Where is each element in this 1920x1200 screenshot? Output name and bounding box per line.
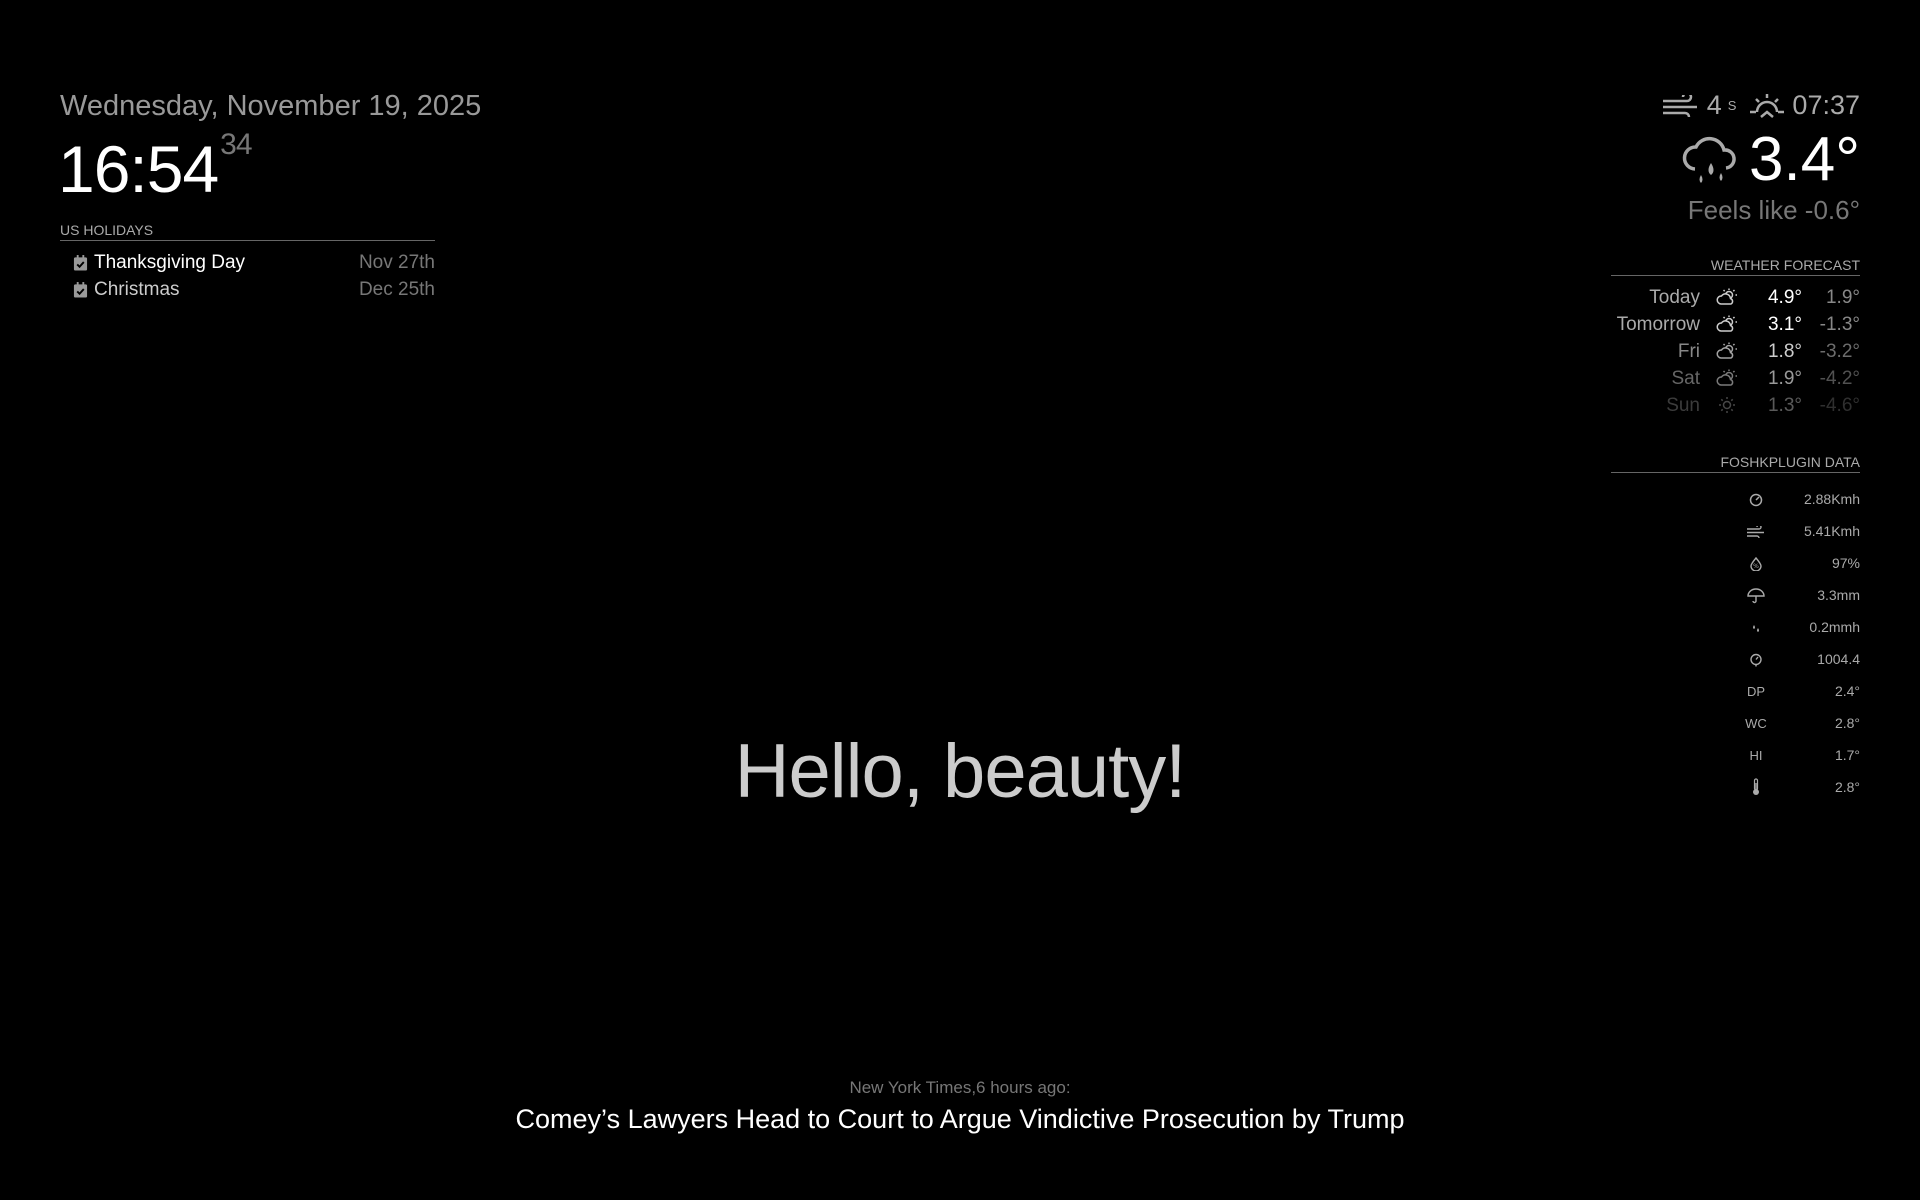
weather-wind-sunrise: 4 S 07:37 — [1661, 90, 1860, 121]
wind-speed: 4 — [1706, 90, 1722, 120]
gauge-icon — [1736, 491, 1776, 507]
foshk-row: 2.88Kmh — [1611, 483, 1860, 515]
sunrise-time: 07:37 — [1792, 90, 1860, 120]
forecast-row: Fri 1.8° -3.2° — [1611, 338, 1860, 365]
clock-seconds: 34 — [220, 128, 252, 161]
foshk-row: 3.3mm — [1611, 579, 1860, 611]
foshk-row: % 97% — [1611, 547, 1860, 579]
forecast-max-temp: 1.9° — [1767, 367, 1802, 389]
partly-cloudy-icon — [1710, 311, 1744, 338]
forecast-min-temp: 1.9° — [1825, 286, 1860, 308]
holiday-title: Thanksgiving Day — [94, 251, 246, 273]
partly-cloudy-icon — [1710, 365, 1744, 392]
current-temperature-row: 3.4° — [1681, 124, 1860, 195]
wind-direction: S — [1727, 98, 1737, 113]
raindrops-icon — [1736, 619, 1776, 635]
forecast-day: Today — [1649, 286, 1700, 308]
forecast-row: Sat 1.9° -4.2° — [1611, 365, 1860, 392]
forecast-max-temp: 3.1° — [1767, 313, 1802, 335]
forecast-row: Today 4.9° 1.9° — [1611, 284, 1860, 311]
barometer-icon — [1736, 651, 1776, 667]
holidays-header: US Holidays — [60, 222, 435, 241]
svg-text:%: % — [1753, 563, 1759, 570]
weather-forecast-module: Weather Forecast Today 4.9° 1.9° Tomorrow 3.… — [1611, 257, 1860, 419]
wind-icon — [1661, 94, 1701, 117]
forecast-day: Sun — [1666, 394, 1700, 416]
sunrise-icon — [1748, 92, 1786, 120]
calendar-check-icon — [60, 254, 88, 272]
foshk-value: 1004.4 — [1817, 651, 1860, 667]
news-headline: Comey’s Lawyers Head to Court to Argue V… — [515, 1104, 1405, 1134]
compliment-text: Hello, beauty! — [734, 729, 1187, 814]
forecast-row: Tomorrow 3.1° -1.3° — [1611, 311, 1860, 338]
holiday-date: Nov 27th — [358, 251, 435, 273]
forecast-day: Tomorrow — [1616, 313, 1700, 335]
holidays-module: US Holidays Thanksgiving Day Nov 27th Ch… — [60, 222, 435, 303]
foshk-label: DP — [1746, 683, 1766, 699]
foshk-row: 1004.4 — [1611, 643, 1860, 675]
current-temperature: 3.4° — [1749, 125, 1860, 194]
wind-gust-icon — [1736, 523, 1776, 539]
foshk-row: 0.2mmh — [1611, 611, 1860, 643]
clock-time: 16:5434 — [58, 128, 253, 207]
holiday-title: Christmas — [94, 278, 180, 300]
forecast-min-temp: -3.2° — [1819, 340, 1860, 362]
umbrella-icon — [1736, 586, 1776, 603]
forecast-max-temp: 1.3° — [1767, 394, 1802, 416]
forecast-header: Weather Forecast — [1611, 257, 1860, 276]
cloud-rain-icon — [1681, 135, 1739, 185]
foshk-value: 2.4° — [1834, 683, 1860, 699]
forecast-table: Today 4.9° 1.9° Tomorrow 3.1° -1.3° Fri 1.8° -3.… — [1611, 284, 1860, 419]
clock-hours-minutes: 16:54 — [58, 132, 219, 206]
foshk-value: 5.41Kmh — [1803, 523, 1860, 539]
foshk-value: 2.88Kmh — [1803, 491, 1860, 507]
forecast-day: Fri — [1677, 340, 1700, 362]
forecast-row: Sun 1.3° -4.6° — [1611, 392, 1860, 419]
forecast-min-temp: -4.6° — [1819, 394, 1860, 416]
foshk-value: 0.2mmh — [1809, 619, 1860, 635]
humidity-icon: % — [1736, 555, 1776, 572]
calendar-check-icon — [60, 281, 88, 299]
foshk-row: DP 2.4° — [1611, 675, 1860, 707]
forecast-min-temp: -4.2° — [1819, 367, 1860, 389]
foshk-value: 97% — [1831, 555, 1860, 571]
holiday-date: Dec 25th — [358, 278, 435, 300]
sun-icon — [1710, 392, 1744, 419]
foshk-header: FoshkPlugin Data — [1611, 454, 1860, 473]
forecast-max-temp: 1.8° — [1767, 340, 1802, 362]
forecast-max-temp: 4.9° — [1767, 286, 1802, 308]
partly-cloudy-icon — [1710, 284, 1744, 311]
forecast-min-temp: -1.3° — [1819, 313, 1860, 335]
foshk-row: 5.41Kmh — [1611, 515, 1860, 547]
forecast-day: Sat — [1671, 367, 1700, 389]
partly-cloudy-icon — [1710, 338, 1744, 365]
clock-date: Wednesday, November 19, 2025 — [60, 90, 482, 122]
holiday-item: Thanksgiving Day Nov 27th — [60, 249, 435, 276]
news-source: New York Times,6 hours ago: — [849, 1078, 1071, 1097]
foshk-value: 3.3mm — [1817, 587, 1860, 603]
holiday-item: Christmas Dec 25th — [60, 276, 435, 303]
feels-like: Feels like -0.6° — [1687, 195, 1860, 225]
